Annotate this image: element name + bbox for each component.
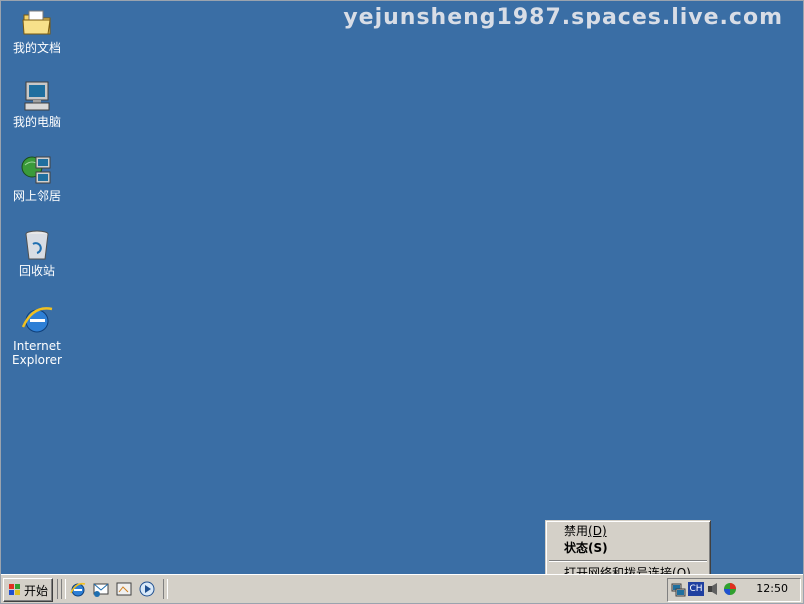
start-button[interactable]: 开始: [3, 578, 53, 602]
menu-item-accel: (S): [588, 541, 608, 555]
watermark-text: yejunsheng1987.spaces.live.com: [343, 5, 783, 30]
volume-icon[interactable]: [706, 581, 722, 597]
menu-separator: [549, 560, 707, 562]
menu-item-disable[interactable]: 禁用(D): [564, 523, 607, 539]
show-desktop-icon[interactable]: [115, 580, 133, 598]
desktop-icon-recycle-bin[interactable]: 回收站: [5, 228, 69, 278]
menu-item-label: 状态: [564, 541, 589, 555]
system-tray: CH 12:50: [667, 578, 801, 602]
clock[interactable]: 12:50: [756, 582, 788, 595]
start-label: 开始: [23, 583, 48, 598]
desktop-icon-internet-explorer[interactable]: Internet Explorer: [5, 303, 69, 367]
menu-item-label: 禁用: [564, 524, 589, 538]
my-computer-icon: [24, 81, 50, 111]
desktop-icon-label: 我的电脑: [12, 115, 61, 129]
taskbar-grip[interactable]: [163, 579, 168, 599]
network-connection-icon[interactable]: [670, 581, 686, 597]
menu-item-accel: (D): [588, 524, 607, 538]
media-player-icon[interactable]: [138, 580, 156, 598]
windows-logo-icon: [8, 584, 20, 595]
desktop-icon-my-computer[interactable]: 我的电脑: [5, 79, 69, 129]
desktop-icon-label: 网上邻居: [12, 189, 61, 203]
my-documents-folder-icon: [22, 10, 51, 35]
menu-item-status[interactable]: 状态(S): [564, 540, 608, 556]
internet-explorer-icon: [21, 307, 53, 333]
update-icon[interactable]: [722, 581, 738, 597]
desktop-icon-label: 我的文档: [12, 41, 61, 55]
desktop-icon-network-places[interactable]: 网上邻居: [5, 153, 69, 203]
internet-explorer-icon[interactable]: [69, 580, 87, 598]
desktop-icon-label: 回收站: [18, 264, 55, 278]
taskbar: 开始 CH 12:50: [1, 574, 803, 603]
desktop-icon-label-line2: Explorer: [12, 353, 62, 367]
desktop-icon-label-line1: Internet: [13, 339, 61, 353]
desktop[interactable]: yejunsheng1987.spaces.live.com 我的文档 我的电脑…: [0, 0, 804, 604]
taskbar-grip[interactable]: [61, 579, 66, 599]
desktop-icon-my-documents[interactable]: 我的文档: [5, 5, 69, 55]
outlook-express-icon[interactable]: [92, 580, 110, 598]
language-ch-icon[interactable]: CH: [688, 582, 704, 596]
recycle-bin-icon: [25, 230, 49, 260]
network-places-icon: [21, 156, 51, 184]
